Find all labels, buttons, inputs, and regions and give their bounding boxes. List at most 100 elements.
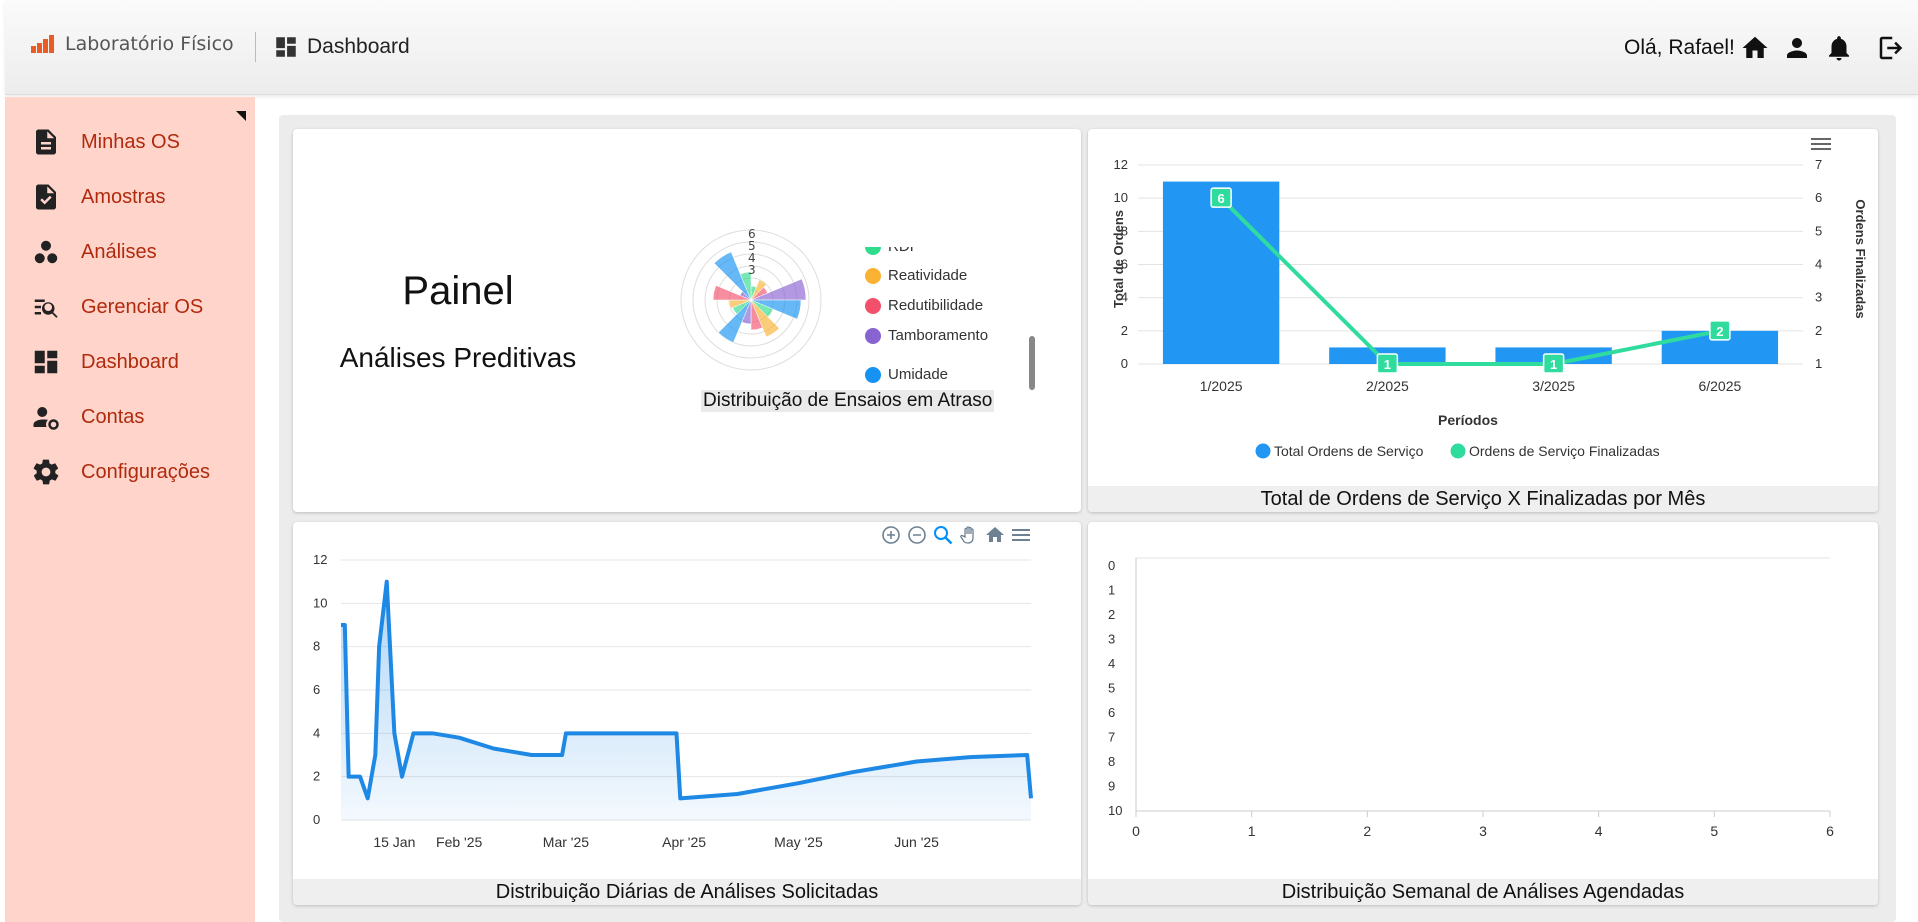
x-tick-label: 1/2025: [1200, 378, 1243, 394]
logout-icon[interactable]: [1876, 33, 1906, 63]
y-tick-label: 1: [1108, 583, 1115, 598]
y-tick-label: 2: [1121, 323, 1128, 338]
chart-caption: Distribuição de Ensaios em Atraso: [701, 390, 995, 412]
panel-card: Painel Análises Preditivas 6 5 4 3 RDI R…: [293, 129, 1081, 512]
legend-item[interactable]: Tamboramento: [865, 327, 988, 344]
sidebar-item-analises[interactable]: Análises: [31, 237, 157, 267]
legend-item[interactable]: Umidade: [865, 366, 948, 383]
legend-marker: [865, 327, 881, 344]
legend-item[interactable]: Redutibilidade: [865, 297, 983, 314]
legend-item[interactable]: RDI: [865, 247, 914, 255]
legend-scrollbar[interactable]: [1029, 336, 1035, 390]
dashboard-icon: [34, 350, 58, 374]
data-label: 1: [1384, 357, 1391, 372]
y2-tick-label: 3: [1815, 290, 1822, 305]
x-tick-label: 3/2025: [1532, 378, 1575, 394]
series-line: [1219, 196, 1721, 366]
sidebar-item-minhas-os[interactable]: Minhas OS: [31, 127, 180, 157]
y-tick-label: 2: [313, 769, 320, 784]
x-tick-label: 1: [1248, 823, 1256, 839]
y-tick-label: 0: [1108, 558, 1115, 573]
x-tick-label: May '25: [774, 834, 823, 850]
manage-search-icon: [34, 299, 58, 318]
x-tick-label: Mar '25: [543, 834, 589, 850]
sidebar-item-amostras[interactable]: Amostras: [31, 182, 165, 212]
sidebar-item-label: Amostras: [81, 185, 166, 208]
legend-item[interactable]: Reatividade: [865, 267, 967, 284]
y2-tick-label: 2: [1815, 323, 1822, 338]
y-tick-label: 5: [1108, 681, 1115, 696]
y2-tick-label: 6: [1815, 190, 1822, 205]
y-tick-label: 3: [1108, 632, 1115, 647]
weekly-analyses-card: 0 1 2 3 4 5 6 7 8 9 10 0 1 2 3 4 5 6 Distribuição Semanal…: [1088, 522, 1878, 905]
sidebar-item-dashboard[interactable]: Dashboard: [31, 347, 179, 377]
bubbles-icon: [34, 240, 58, 264]
home-icon[interactable]: [1740, 33, 1770, 63]
y-tick-label: 8: [1108, 754, 1115, 769]
polar-legend: RDI Reatividade Redutibilidade Tamborame…: [293, 247, 1081, 351]
area-fill: [341, 581, 1031, 820]
sidebar-item-label: Dashboard: [81, 350, 179, 373]
sidebar-item-label: Contas: [81, 405, 145, 428]
sidebar-item-gerenciar-os[interactable]: Gerenciar OS: [31, 292, 203, 322]
header-divider: [255, 32, 256, 62]
x-tick-label: 4: [1595, 823, 1603, 839]
legend-label: Tamboramento: [888, 327, 989, 344]
x-tick-label: 2: [1363, 823, 1371, 839]
orders-bar-chart: 02468101212345671/2025 2/2025 3/2025 6/2025…: [1111, 157, 1868, 459]
data-label: 6: [1218, 191, 1225, 206]
collapse-corner-icon[interactable]: [236, 111, 246, 121]
x-tick-label: 6: [1826, 823, 1834, 839]
chart-caption: Total de Ordens de Serviço X Finalizadas…: [1088, 486, 1878, 512]
checked-document-icon: [36, 184, 56, 210]
y-tick-label: 9: [1108, 779, 1115, 794]
sidebar-item-configuracoes[interactable]: Configurações: [31, 457, 210, 487]
y-tick-label: 4: [1108, 656, 1115, 671]
daily-analyses-card: 0 2 4 6 8 10 12 15 Jan Feb '25 Mar '25 Apr '25 May …: [293, 522, 1081, 905]
sidebar: Minhas OS Amostras Análises Gerenciar OS…: [5, 97, 255, 922]
y-axis-title: Total de Ordens: [1111, 210, 1126, 308]
brand[interactable]: Laboratório Físico: [31, 33, 234, 55]
legend-marker: [865, 366, 881, 383]
legend-marker: [865, 247, 881, 255]
y-tick-label: 10: [1114, 190, 1128, 205]
dashboard-icon: [276, 37, 296, 57]
y-tick-label: 12: [1114, 157, 1128, 172]
legend-label: Reatividade: [888, 267, 968, 284]
weekly-bar-chart: 0 1 2 3 4 5 6 7 8 9 10 0 1 2 3 4 5 6: [1108, 557, 1834, 839]
user-icon[interactable]: [1782, 33, 1812, 63]
y-tick-label: 12: [313, 552, 327, 567]
chart-caption: Distribuição Semanal de Análises Agendad…: [1088, 879, 1878, 905]
y-tick-label: 2: [1108, 607, 1115, 622]
legend-marker: [865, 267, 881, 284]
y-tick-label: 10: [1108, 803, 1122, 818]
orders-chart-card: 0 2 4 6 8 10 12 1 2 3 4 5 6 7 1/2025 2/2025 3/2025 6/2025…: [1088, 129, 1878, 512]
x-tick-label: Jun '25: [894, 834, 939, 850]
legend-marker: [1450, 443, 1466, 459]
x-tick-label: 5: [1710, 823, 1718, 839]
legend-label: Umidade: [888, 366, 949, 383]
x-tick-label: 2/2025: [1366, 378, 1409, 394]
sidebar-item-contas[interactable]: Contas: [31, 402, 144, 432]
y2-tick-label: 5: [1815, 223, 1822, 238]
y2-axis-title: Ordens Finalizadas: [1853, 199, 1868, 318]
sidebar-item-label: Minhas OS: [81, 130, 180, 153]
y-tick-label: 0: [1121, 356, 1128, 371]
x-tick-label: 15 Jan: [373, 834, 415, 850]
gear-icon: [33, 459, 59, 485]
chart-caption: Distribuição Diárias de Análises Solicit…: [293, 879, 1081, 905]
page-title: Dashboard: [307, 35, 410, 58]
brand-name: Laboratório Físico: [65, 33, 234, 55]
legend-label: Total Ordens de Serviço: [1274, 443, 1424, 459]
data-label: 1: [1550, 357, 1557, 372]
y2-tick-label: 4: [1815, 257, 1822, 272]
legend-marker: [1255, 443, 1271, 459]
y-tick-label: 4: [313, 725, 320, 740]
data-label: 2: [1716, 324, 1723, 339]
bell-icon[interactable]: [1824, 33, 1854, 63]
x-axis-title: Períodos: [1438, 412, 1498, 428]
bar-chart-logo-icon: [31, 35, 54, 53]
x-tick-label: Feb '25: [436, 834, 482, 850]
y2-tick-label: 1: [1815, 356, 1822, 371]
y-tick-label: 6: [313, 682, 320, 697]
